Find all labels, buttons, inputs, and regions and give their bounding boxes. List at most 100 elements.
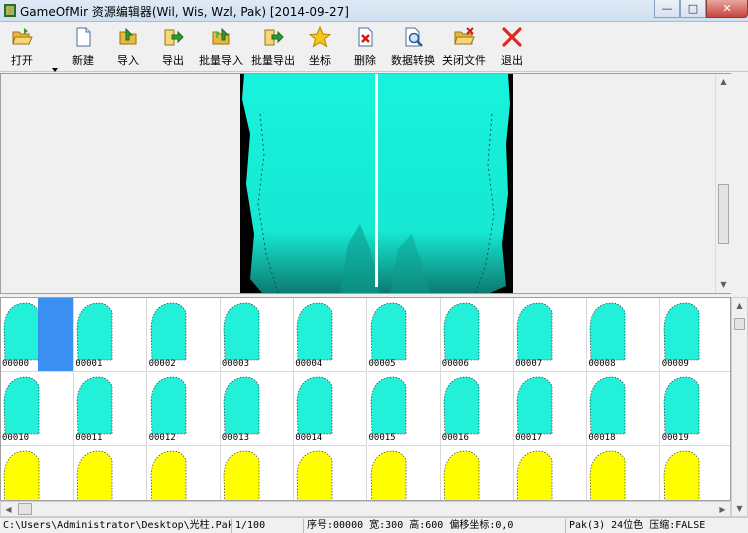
thumbnail-sprite [516,450,553,500]
status-image-count: 1/100 [232,519,304,533]
convert-label: 数据转换 [391,54,435,67]
window-title: GameOfMir 资源编辑器(Wil, Wis, Wzl, Pak) [201… [20,5,349,19]
thumbnail-cell[interactable] [661,446,730,500]
batch-export-icon [264,29,284,46]
thumbnail-index-label: 00004 [295,359,323,369]
batch-import-button[interactable]: 批量导入 [199,26,243,70]
close-file-label: 关闭文件 [442,54,486,67]
thumbnail-cell[interactable]: 00016 [440,372,514,446]
thumbnail-index-label: 00013 [221,433,249,443]
open-button[interactable]: 打开 [11,26,33,70]
thumbnail-cell[interactable]: 00012 [147,372,221,446]
delete-icon [358,27,373,47]
thumbnail-cell[interactable] [368,446,441,500]
thumbnail-index-label: 00005 [368,359,396,369]
preview-image [240,74,513,293]
import-button[interactable]: 导入 [117,26,139,70]
scroll-left-icon[interactable]: ◀ [1,502,16,517]
thumbnail-cell[interactable]: 00005 [367,298,441,372]
thumbnail-index-label: 00010 [2,433,30,443]
scroll-up-icon[interactable]: ▲ [716,74,731,89]
thumbnail-cell[interactable]: 00009 [660,298,730,372]
thumbnail-index-label: 00011 [75,433,103,443]
maximize-button[interactable]: □ [680,0,706,18]
thumbnail-index-label: 00016 [441,433,469,443]
close-file-button[interactable]: 关闭文件 [442,26,486,70]
exit-label: 退出 [501,54,523,67]
app-icon [4,4,16,17]
thumbnail-cell[interactable]: 00017 [514,372,588,446]
grid-scroll-up-icon[interactable]: ▲ [732,298,747,313]
folder-open-icon [12,28,33,45]
thumbnail-cell[interactable] [441,446,514,500]
export-button[interactable]: 导出 [162,26,184,70]
batch-import-label: 批量导入 [199,54,243,67]
open-label: 打开 [11,54,33,67]
preview-scroll-thumb[interactable] [718,184,729,244]
thumbnail-cell[interactable]: 00004 [294,298,368,372]
export-label: 导出 [162,54,184,67]
thumbnail-cell[interactable]: 00018 [587,372,661,446]
thumbnail-cell[interactable]: 00011 [74,372,148,446]
open-dropdown-arrow[interactable] [52,68,58,72]
close-button[interactable]: ✕ [706,0,748,18]
thumbnail-cell[interactable]: 00003 [220,298,294,372]
batch-export-label: 批量导出 [251,54,295,67]
thumbnail-cell[interactable]: 00001 [74,298,148,372]
thumbnail-cell[interactable]: 00015 [367,372,441,446]
new-button[interactable]: 新建 [72,26,94,70]
status-bar: C:\Users\Administrator\Desktop\光柱.Pak 1/… [0,517,748,533]
import-icon [119,27,137,45]
grid-vertical-scrollbar[interactable]: ▲ ▼ [731,297,748,517]
scroll-right-icon[interactable]: ▶ [715,502,730,517]
batch-import-icon [212,27,230,45]
thumbnail-cell[interactable]: 00010 [1,372,74,446]
thumbnail-cell[interactable]: 00014 [294,372,368,446]
thumbnail-index-label: 00019 [661,433,689,443]
delete-button[interactable]: 删除 [354,26,376,70]
coordinates-button[interactable]: 坐标 [309,26,331,70]
thumbnail-sprite [76,450,113,500]
thumbnail-cell[interactable] [514,446,588,500]
light-pillar-sprite [242,74,510,293]
thumbnail-sprite [663,450,699,500]
thumbnail-cell[interactable]: 00006 [440,298,514,372]
thumbnail-cell[interactable] [74,446,148,500]
thumbnail-sprite [296,450,333,500]
thumbnail-cell[interactable] [294,446,368,500]
thumbnail-cell[interactable]: 00013 [220,372,294,446]
thumbnail-index-label: 00014 [295,433,323,443]
thumbnail-index-label: 00008 [588,359,616,369]
status-file-path: C:\Users\Administrator\Desktop\光柱.Pak [0,519,232,533]
image-preview-panel: ▲ ▼ [0,73,731,294]
thumbnail-index-label: 00017 [515,433,543,443]
convert-icon [405,27,423,47]
thumbnail-cell[interactable]: 00008 [587,298,661,372]
minimize-button[interactable]: — [654,0,680,18]
horizontal-scroll-thumb[interactable] [18,503,32,515]
scroll-down-icon[interactable]: ▼ [716,277,731,292]
grid-scroll-down-icon[interactable]: ▼ [732,501,747,516]
preview-vertical-scrollbar[interactable]: ▲ ▼ [715,74,731,293]
thumbnail-cell[interactable]: 00002 [147,298,221,372]
thumbnail-cell[interactable] [148,446,221,500]
thumbnail-cell[interactable]: 00019 [660,372,730,446]
selected-thumbnail-highlight[interactable] [38,298,74,372]
thumbnail-cell[interactable] [1,446,74,500]
thumbnail-sprite [3,450,40,500]
thumbnail-index-label: 00002 [148,359,176,369]
thumbnail-sprite [590,450,626,500]
exit-icon [502,27,522,47]
thumbnail-cell[interactable] [221,446,294,500]
exit-button[interactable]: 退出 [501,26,523,70]
status-format: Pak(3) 24位色 压缩:FALSE [569,520,706,531]
thumbnail-cell[interactable] [587,446,661,500]
convert-button[interactable]: 数据转换 [391,26,435,70]
thumbnail-index-label: 00000 [2,359,30,369]
grid-scroll-thumb[interactable] [734,318,745,330]
close-file-icon [454,27,475,45]
batch-export-button[interactable]: 批量导出 [251,26,295,70]
grid-horizontal-scrollbar[interactable]: ◀ ▶ [0,501,731,517]
thumbnail-cell[interactable]: 00007 [514,298,588,372]
thumbnail-index-label: 00018 [588,433,616,443]
